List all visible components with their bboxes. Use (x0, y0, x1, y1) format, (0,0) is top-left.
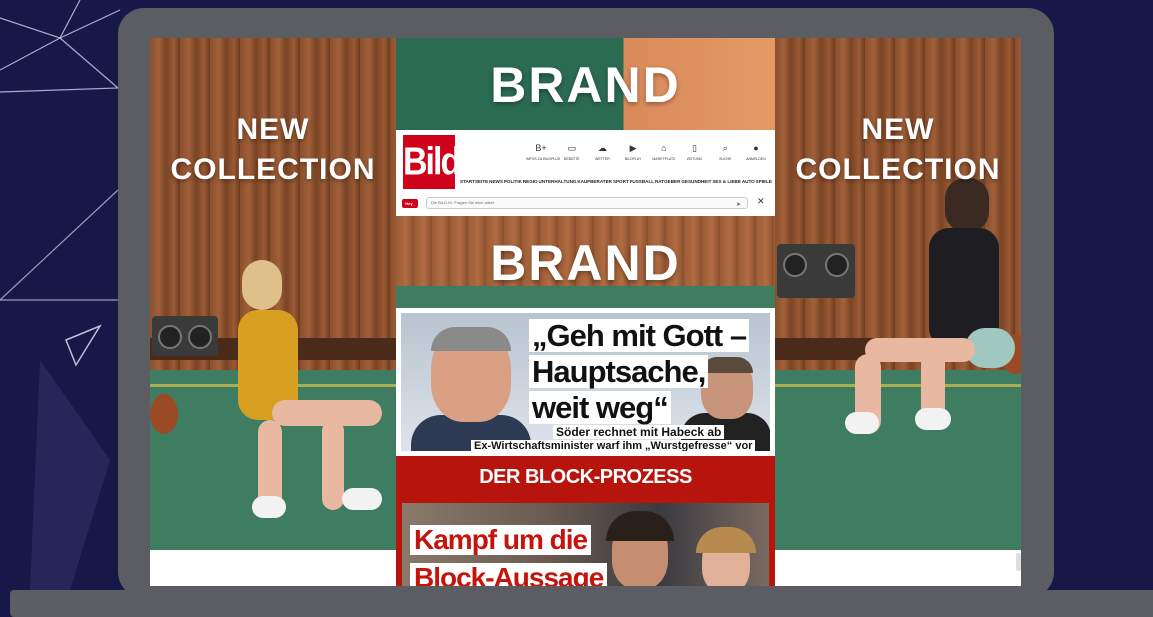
bild-page: BRAND Bild B+ INFOS ZU BILDPLUS ▭ DEBATT… (396, 38, 775, 586)
header-icon-label: ZEITUNG (686, 157, 703, 161)
mid-brand-banner-ad[interactable]: BRAND (396, 216, 775, 308)
bild-header: Bild B+ INFOS ZU BILDPLUS ▭ DEBATTE ☁ WE… (396, 130, 775, 217)
model-image (845, 178, 1021, 438)
nav-item-fussball[interactable]: FUSSBALL (630, 179, 655, 184)
top-brand-banner-ad[interactable]: BRAND (396, 38, 775, 130)
nav-item-unterhaltung[interactable]: UNTERHALTUNG (539, 179, 577, 184)
nav-item-gesundheit[interactable]: GESUNDHEIT (681, 179, 711, 184)
header-bildplay[interactable]: ▶ BILDPLAY (618, 142, 648, 172)
header-marktplatz[interactable]: ⌂ MARKTPLATZ (649, 142, 679, 172)
block-process-section[interactable]: DER BLOCK-PROZESS Kampf um die Block-Aus… (396, 456, 775, 586)
header-icon-label: MARKTPLATZ (652, 157, 676, 161)
person-face (431, 327, 511, 422)
header-icon-label: ANMELDEN (746, 157, 766, 161)
nav-item-news[interactable]: NEWS (489, 179, 503, 184)
left-ad-title: NEW COLLECTION (150, 110, 396, 190)
teaser-headline-line1: „Geh mit Gott – (529, 319, 750, 352)
teaser-headline-line3: weit weg“ (529, 391, 671, 424)
section-title: DER BLOCK-PROZESS (479, 466, 692, 488)
ai-assistant-bar: Hey_ Die BILD-KI. Fragen Sie mich alles!… (400, 196, 770, 212)
nav-item-kaufberater[interactable]: KAUFBERATER (577, 179, 612, 184)
bild-logo[interactable]: Bild (403, 135, 461, 189)
headline-teaser[interactable]: „Geh mit Gott – Hauptsache, weit weg“ Sö… (396, 308, 775, 456)
main-navigation: STARTSEITE NEWS POLITIK REGIO UNTERHALTU… (460, 179, 772, 184)
header-suche[interactable]: ⌕ SUCHE (710, 142, 740, 172)
right-ad-title: NEW COLLECTION (775, 110, 1021, 190)
boombox-image (777, 244, 855, 298)
model-image (202, 260, 382, 540)
bildplus-icon: B+ (535, 143, 547, 153)
header-icon-label: WETTER (595, 157, 610, 161)
person-face (696, 527, 756, 586)
nav-item-sex-liebe[interactable]: SEX & LIEBE (712, 179, 741, 184)
browser-viewport: NEW COLLECTION NEW COLLECTION BRAND Bild… (150, 38, 1021, 586)
header-icon-bar: B+ INFOS ZU BILDPLUS ▭ DEBATTE ☁ WETTER … (526, 142, 771, 172)
bag-icon: ⌂ (661, 143, 667, 153)
person-face (701, 357, 753, 419)
block-teaser-image: Kampf um die Block-Aussage (402, 503, 769, 586)
nav-item-startseite[interactable]: STARTSEITE (460, 179, 488, 184)
nav-item-auto[interactable]: AUTO (742, 179, 755, 184)
person-face (606, 511, 674, 586)
user-icon: ● (753, 143, 759, 153)
header-wetter[interactable]: ☁ WETTER (587, 142, 617, 172)
nav-item-politik[interactable]: POLITIK (504, 179, 522, 184)
teaser-headline-line2: Hauptsache, (529, 355, 709, 388)
newspaper-icon: ▯ (692, 143, 697, 153)
header-anmelden[interactable]: ● ANMELDEN (741, 142, 771, 172)
close-icon[interactable]: ✕ (757, 196, 765, 207)
right-skyscraper-ad[interactable]: NEW COLLECTION (775, 38, 1021, 550)
left-ad-title-line1: NEW (236, 113, 310, 146)
teaser-image: „Geh mit Gott – Hauptsache, weit weg“ Sö… (401, 313, 770, 451)
ai-question-input[interactable]: Die BILD-KI. Fragen Sie mich alles! ➤ (426, 197, 748, 209)
right-ad-title-line2: COLLECTION (795, 153, 1001, 186)
nav-item-sport[interactable]: SPORT (613, 179, 629, 184)
send-icon[interactable]: ➤ (736, 200, 741, 210)
nav-item-regio[interactable]: REGIO (523, 179, 538, 184)
nav-item-ratgeber[interactable]: RATGEBER (655, 179, 680, 184)
block-headline-line2: Block-Aussage (410, 563, 608, 586)
top-brand-text: BRAND (490, 57, 681, 113)
header-icon-label: DEBATTE (563, 157, 580, 161)
search-icon: ⌕ (722, 143, 728, 153)
nav-item-spiele[interactable]: SPIELE (756, 179, 772, 184)
mid-brand-text: BRAND (490, 235, 681, 291)
header-debatte[interactable]: ▭ DEBATTE (557, 142, 587, 172)
ai-input-placeholder: Die BILD-KI. Fragen Sie mich alles! (431, 200, 494, 205)
right-ad-title-line1: NEW (861, 113, 935, 146)
basketball-image (150, 394, 178, 434)
header-icon-label: SUCHE (719, 157, 732, 161)
header-icon-label: INFOS ZU BILDPLUS (526, 157, 561, 161)
laptop-base (10, 590, 1153, 617)
header-zeitung[interactable]: ▯ ZEITUNG (680, 142, 710, 172)
scrollbar-handle[interactable] (1016, 553, 1021, 571)
chat-icon: ▭ (567, 143, 576, 153)
bildplay-icon: ▶ (629, 143, 637, 153)
header-icon-label: BILDPLAY (624, 157, 642, 161)
left-skyscraper-ad[interactable]: NEW COLLECTION (150, 38, 396, 550)
hey-badge: Hey_ (402, 199, 418, 208)
block-headline-line1: Kampf um die (410, 525, 592, 555)
header-bildplus[interactable]: B+ INFOS ZU BILDPLUS (526, 142, 561, 172)
teaser-subline: Ex-Wirtschaftsminister warf ihm „Wurstge… (471, 440, 756, 451)
left-ad-title-line2: COLLECTION (170, 153, 376, 186)
teaser-kicker: Söder rechnet mit Habeck ab (553, 425, 725, 439)
weather-icon: ☁ (597, 143, 607, 153)
